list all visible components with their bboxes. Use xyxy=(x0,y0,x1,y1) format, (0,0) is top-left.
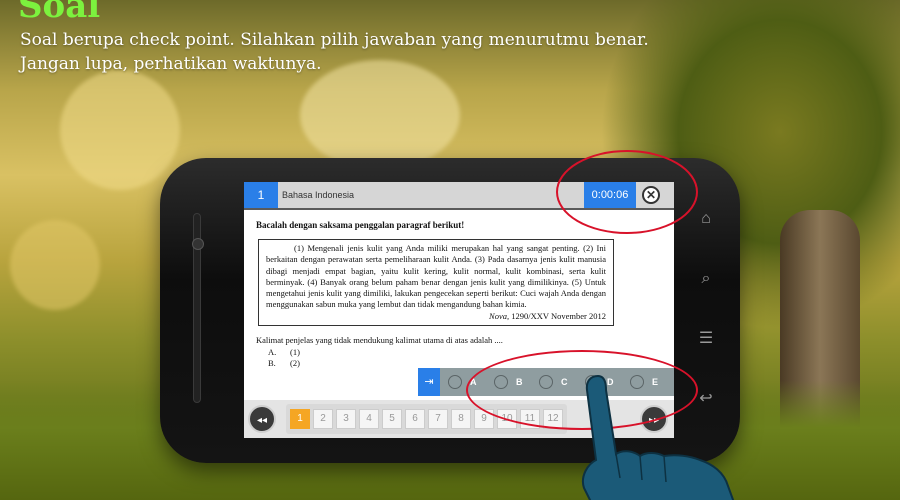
back-hw-icon: ⌂ xyxy=(701,210,711,227)
passage-citation: Nova, 1290/XXV November 2012 xyxy=(266,311,606,322)
question-content: Bacalah dengan saksama penggalan paragra… xyxy=(256,220,666,369)
option-text: (2) xyxy=(290,358,300,369)
page-button[interactable]: 2 xyxy=(313,409,333,429)
radio-icon xyxy=(448,375,462,389)
background-bokeh xyxy=(10,220,100,310)
page-button[interactable]: 1 xyxy=(290,409,310,429)
page-button[interactable]: 6 xyxy=(405,409,425,429)
page-button[interactable]: 5 xyxy=(382,409,402,429)
background-bokeh xyxy=(300,60,460,170)
reading-passage: (1) Mengenali jenis kulit yang Anda mili… xyxy=(258,239,614,327)
page-button[interactable]: 7 xyxy=(428,409,448,429)
pointing-hand-icon xyxy=(582,374,735,500)
question-text: Kalimat penjelas yang tidak mendukung ka… xyxy=(256,335,503,346)
search-hw-icon: ⌕ xyxy=(701,270,711,287)
citation-detail: 1290/XXV November 2012 xyxy=(509,310,606,321)
citation-source: Nova, xyxy=(489,310,510,321)
page-button[interactable]: 3 xyxy=(336,409,356,429)
page-title: Soal xyxy=(18,0,101,26)
instructions: Soal berupa check point. Silahkan pilih … xyxy=(20,28,740,76)
background-bokeh xyxy=(60,70,180,190)
passage-text: (1) Mengenali jenis kulit yang Anda mili… xyxy=(266,243,606,310)
option-text: (1) xyxy=(290,347,300,358)
phone-camera xyxy=(192,238,204,250)
timer-highlight-circle xyxy=(556,150,698,234)
menu-hw-icon: ☰ xyxy=(698,330,714,347)
page-button[interactable]: 8 xyxy=(451,409,471,429)
option-letter: A. xyxy=(268,347,277,358)
subject-label: Bahasa Indonesia xyxy=(282,190,355,200)
instruction-line: Soal berupa check point. Silahkan pilih … xyxy=(20,30,649,50)
question-number: 1 xyxy=(244,182,278,208)
previous-icon[interactable]: ◂◂ xyxy=(248,405,276,433)
answer-toggle-icon[interactable]: ⇥ xyxy=(418,368,440,396)
instruction-line: Jangan lupa, perhatikan waktunya. xyxy=(20,54,322,74)
page-button[interactable]: 4 xyxy=(359,409,379,429)
option-letter: B. xyxy=(268,358,276,369)
